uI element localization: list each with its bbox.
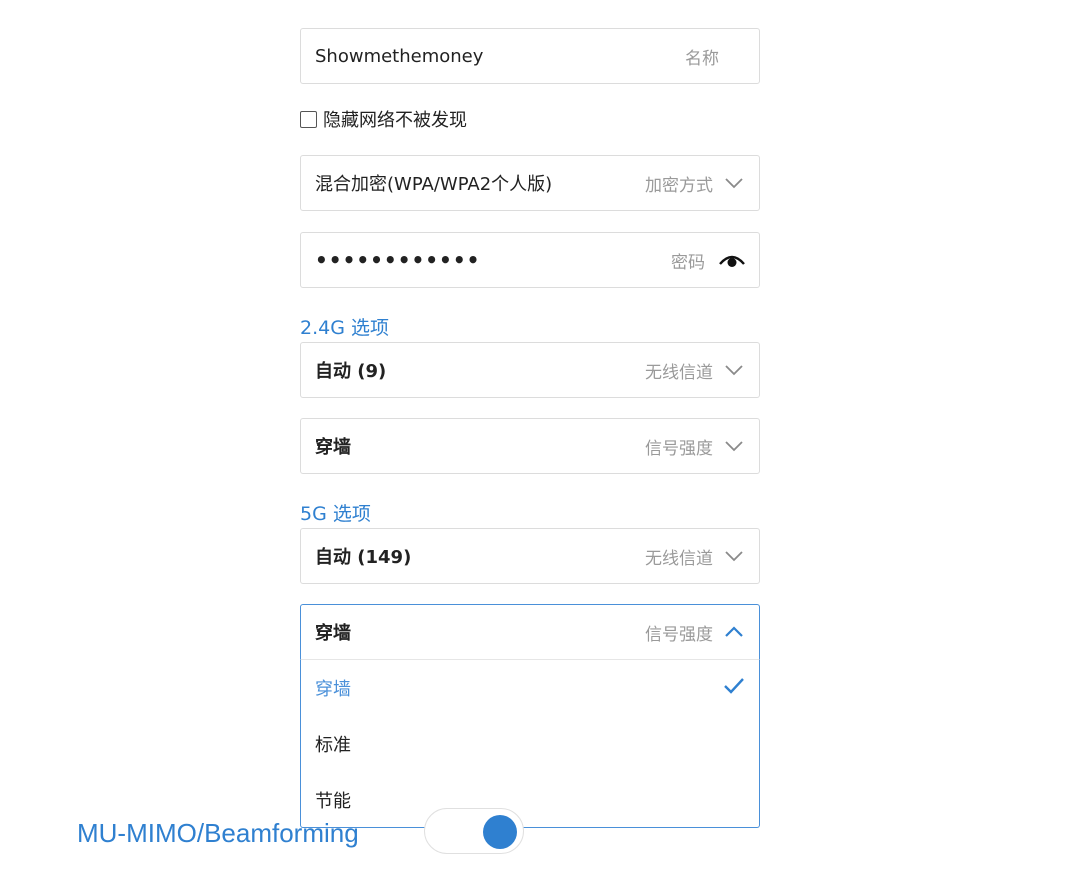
option-label: 标准 bbox=[315, 735, 351, 756]
encryption-select[interactable]: 混合加密(WPA/WPA2个人版) 加密方式 bbox=[300, 155, 760, 211]
chevron-down-icon bbox=[723, 359, 745, 381]
chevron-down-icon bbox=[723, 172, 745, 194]
signal-dropdown-5g: 穿墙 标准 节能 bbox=[300, 659, 760, 828]
encryption-value: 混合加密(WPA/WPA2个人版) bbox=[315, 174, 553, 195]
option-label: 穿墙 bbox=[315, 679, 351, 700]
hidden-network-label: 隐藏网络不被发现 bbox=[323, 110, 467, 131]
signal-value-5g: 穿墙 bbox=[315, 623, 351, 644]
signal-select-24g[interactable]: 穿墙 信号强度 bbox=[300, 418, 760, 474]
ssid-field[interactable]: Showmethemoney 名称 bbox=[300, 28, 760, 84]
checkmark-icon bbox=[723, 677, 745, 700]
chevron-down-icon bbox=[723, 545, 745, 567]
section-title-5g: 5G 选项 bbox=[300, 503, 371, 525]
signal-label-24g: 信号强度 bbox=[645, 438, 713, 459]
channel-select-5g[interactable]: 自动 (149) 无线信道 bbox=[300, 528, 760, 584]
chevron-up-icon bbox=[723, 621, 745, 643]
ssid-input[interactable]: Showmethemoney bbox=[315, 46, 685, 67]
option-label: 节能 bbox=[315, 791, 351, 812]
channel-value-24g: 自动 (9) bbox=[315, 361, 387, 382]
channel-value-5g: 自动 (149) bbox=[315, 547, 412, 568]
dropdown-option[interactable]: 节能 bbox=[301, 772, 759, 828]
dropdown-option[interactable]: 穿墙 bbox=[301, 660, 759, 716]
hidden-network-row[interactable]: 隐藏网络不被发现 bbox=[300, 108, 467, 131]
signal-label-5g: 信号强度 bbox=[645, 624, 713, 645]
section-title-24g: 2.4G 选项 bbox=[300, 317, 389, 339]
mu-mimo-toggle[interactable] bbox=[424, 808, 524, 854]
encryption-label: 加密方式 bbox=[645, 175, 713, 196]
dropdown-option[interactable]: 标准 bbox=[301, 716, 759, 772]
password-label: 密码 bbox=[671, 252, 705, 273]
channel-label-24g: 无线信道 bbox=[645, 362, 713, 383]
signal-select-5g[interactable]: 穿墙 信号强度 bbox=[300, 604, 760, 660]
password-field[interactable]: •••••••••••• 密码 bbox=[300, 232, 760, 288]
eye-icon[interactable] bbox=[719, 249, 745, 271]
channel-label-5g: 无线信道 bbox=[645, 548, 713, 569]
chevron-down-icon bbox=[723, 435, 745, 457]
hidden-network-checkbox[interactable] bbox=[300, 110, 317, 128]
signal-value-24g: 穿墙 bbox=[315, 437, 351, 458]
password-input[interactable]: •••••••••••• bbox=[315, 248, 671, 272]
channel-select-24g[interactable]: 自动 (9) 无线信道 bbox=[300, 342, 760, 398]
mu-mimo-label: MU-MIMO/Beamforming bbox=[77, 818, 359, 848]
ssid-label: 名称 bbox=[685, 48, 719, 69]
toggle-knob bbox=[483, 815, 517, 849]
